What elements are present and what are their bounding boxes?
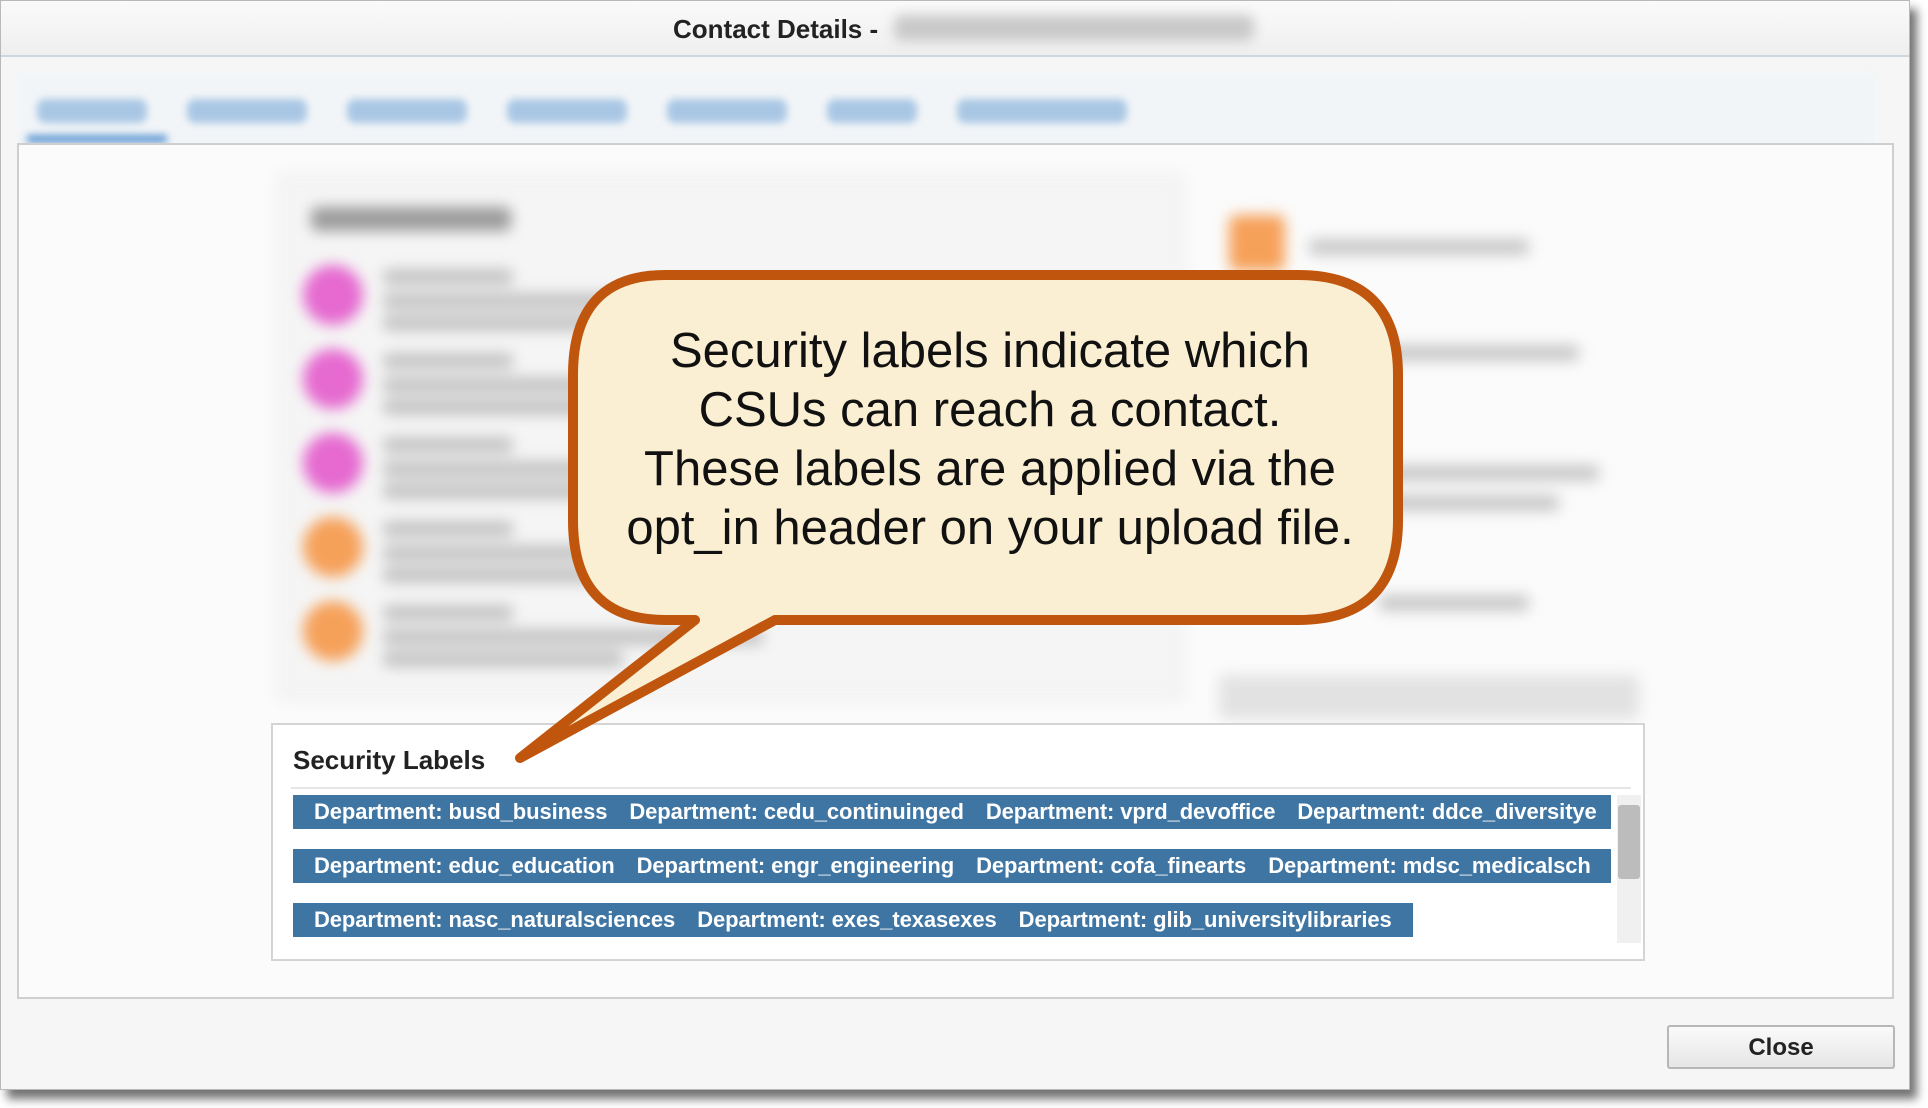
- security-label-chip: Department: educ_education: [314, 853, 615, 878]
- dialog-title: Contact Details -: [673, 14, 879, 44]
- active-tab-indicator: [27, 135, 167, 143]
- security-labels-heading: Security Labels: [293, 745, 486, 775]
- security-label-chip: Department: cedu_continuinged: [629, 799, 964, 824]
- activity-item: [303, 601, 783, 671]
- profile-icon: [1229, 215, 1285, 271]
- security-label-row: Department: busd_business Department: ce…: [293, 795, 1611, 829]
- redacted-email: [894, 15, 1254, 41]
- dialog-titlebar: Contact Details -: [1, 1, 1909, 57]
- security-label-chip: Department: ddce_diversitye: [1297, 799, 1597, 824]
- security-labels-list[interactable]: Department: busd_business Department: ce…: [293, 795, 1611, 943]
- security-label-chip: Department: mdsc_medicalsch: [1268, 853, 1591, 878]
- labels-scrollbar-thumb[interactable]: [1618, 805, 1640, 879]
- security-label-chip: Department: glib_universitylibraries: [1018, 907, 1392, 932]
- security-label-row: Department: nasc_naturalsciences Departm…: [293, 903, 1413, 937]
- callout-line: CSUs can reach a contact.: [698, 383, 1282, 437]
- tab-blurred-4[interactable]: [507, 99, 627, 123]
- security-label-chip: Department: exes_texasexes: [697, 907, 997, 932]
- activity-icon: [303, 517, 363, 577]
- activity-icon: [303, 601, 363, 661]
- security-label-chip: Department: nasc_naturalsciences: [314, 907, 676, 932]
- security-label-chip: Department: engr_engineering: [636, 853, 955, 878]
- tab-blurred-1[interactable]: [37, 99, 147, 123]
- recent-activity-heading: [311, 207, 511, 231]
- activity-icon: [303, 265, 363, 325]
- activity-icon: [303, 433, 363, 493]
- tab-blurred-2[interactable]: [187, 99, 307, 123]
- security-label-row: Department: educ_education Department: e…: [293, 849, 1611, 883]
- activity-icon: [303, 349, 363, 409]
- security-label-chip: Department: vprd_devoffice: [985, 799, 1276, 824]
- tab-blurred-5[interactable]: [667, 99, 787, 123]
- tab-strip-blurred: [17, 73, 1877, 153]
- callout-text: Security labels indicate which CSUs can …: [600, 322, 1380, 558]
- close-button[interactable]: Close: [1667, 1025, 1895, 1069]
- callout-line: These labels are applied via the: [644, 442, 1336, 496]
- content-panel: Security Labels Department: busd_busines…: [17, 143, 1894, 999]
- security-label-chip: Department: cofa_finearts: [976, 853, 1247, 878]
- tab-blurred-6[interactable]: [827, 99, 917, 123]
- security-label-chip: Department: busd_business: [314, 799, 608, 824]
- security-labels-box: Security Labels Department: busd_busines…: [271, 723, 1645, 961]
- heading-divider: [291, 787, 1631, 789]
- callout-line: Security labels indicate which: [669, 324, 1311, 378]
- callout-line: opt_in header on your upload file.: [626, 501, 1354, 555]
- tab-blurred-7[interactable]: [957, 99, 1127, 123]
- tab-blurred-3[interactable]: [347, 99, 467, 123]
- labels-scrollbar[interactable]: [1617, 795, 1641, 943]
- profile-button-blurred[interactable]: [1219, 675, 1639, 719]
